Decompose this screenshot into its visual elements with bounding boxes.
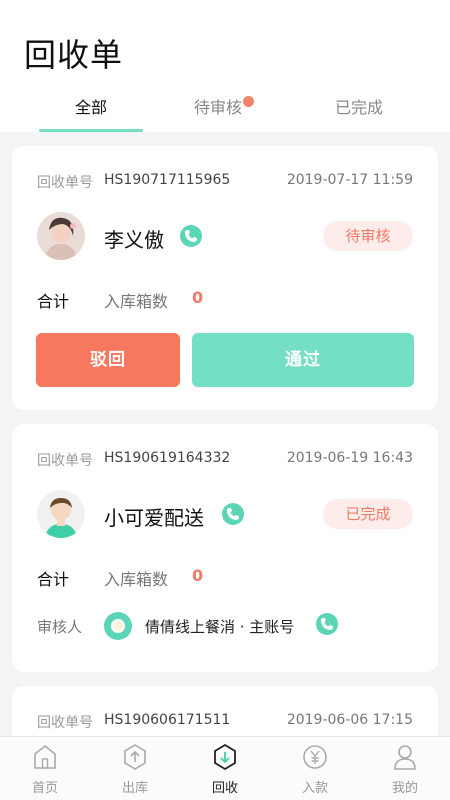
yen-icon bbox=[303, 743, 327, 771]
order-time: 2019-07-17 11:59 bbox=[286, 172, 413, 188]
tabbar-item-recycle[interactable]: 回收 bbox=[180, 737, 270, 800]
outbound-icon bbox=[123, 743, 147, 771]
tabbar-label: 入款 bbox=[301, 781, 328, 796]
notification-dot bbox=[243, 96, 254, 107]
avatar bbox=[37, 212, 85, 260]
order-number-label: 回收单号 bbox=[37, 715, 93, 731]
phone-icon[interactable] bbox=[316, 613, 338, 635]
courier-name: 李义傲 bbox=[104, 228, 164, 252]
tabbar-label: 出库 bbox=[121, 781, 148, 796]
tabbar-label: 回收 bbox=[211, 781, 238, 796]
tabbar-item-home[interactable]: 首页 bbox=[0, 737, 90, 800]
total-label: 合计 bbox=[37, 292, 70, 311]
page-title: 回收单 bbox=[24, 36, 124, 74]
order-number: HS190619164332 bbox=[104, 450, 231, 466]
bottom-tab-bar: 首页 出库 回收 入款 我的 bbox=[0, 736, 450, 800]
order-number-label: 回收单号 bbox=[37, 453, 93, 469]
boxes-value: 0 bbox=[192, 288, 204, 307]
approve-button[interactable]: 通过 bbox=[192, 333, 414, 387]
tab-active-indicator bbox=[39, 129, 143, 132]
order-number: HS190606171511 bbox=[104, 712, 231, 728]
phone-icon[interactable] bbox=[222, 503, 244, 525]
order-card[interactable]: 回收单号 HS190717115965 2019-07-17 11:59 李义傲… bbox=[12, 146, 438, 410]
reject-button[interactable]: 驳回 bbox=[36, 333, 180, 387]
order-card[interactable]: 回收单号 HS190619164332 2019-06-19 16:43 小可爱… bbox=[12, 424, 438, 672]
tabbar-label: 首页 bbox=[31, 781, 58, 796]
tab-bar: 全部 待审核 已完成 bbox=[0, 90, 450, 132]
status-badge: 待审核 bbox=[323, 221, 413, 251]
boxes-value: 0 bbox=[192, 566, 204, 585]
tab-pending[interactable]: 待审核 bbox=[143, 90, 293, 132]
total-label: 合计 bbox=[37, 570, 70, 589]
order-time: 2019-06-06 17:15 bbox=[286, 712, 413, 728]
avatar bbox=[37, 490, 85, 538]
reviewer-avatar bbox=[104, 612, 132, 640]
phone-icon[interactable] bbox=[180, 225, 202, 247]
tab-completed[interactable]: 已完成 bbox=[284, 90, 434, 132]
order-number: HS190717115965 bbox=[104, 172, 231, 188]
reviewer-name: 倩倩线上餐消 · 主账号 bbox=[145, 618, 295, 636]
tabbar-item-profile[interactable]: 我的 bbox=[360, 737, 450, 800]
status-badge: 已完成 bbox=[323, 499, 413, 529]
order-time: 2019-06-19 16:43 bbox=[286, 450, 413, 466]
tabbar-item-payment[interactable]: 入款 bbox=[270, 737, 360, 800]
home-icon bbox=[33, 743, 57, 771]
order-number-label: 回收单号 bbox=[37, 175, 93, 191]
boxes-label: 入库箱数 bbox=[104, 292, 169, 311]
tabbar-item-outbound[interactable]: 出库 bbox=[90, 737, 180, 800]
profile-icon bbox=[393, 743, 417, 771]
tabbar-label: 我的 bbox=[391, 781, 418, 796]
boxes-label: 入库箱数 bbox=[104, 570, 169, 589]
reviewer-label: 审核人 bbox=[37, 618, 83, 636]
courier-name: 小可爱配送 bbox=[104, 506, 204, 530]
recycle-icon bbox=[213, 743, 237, 771]
